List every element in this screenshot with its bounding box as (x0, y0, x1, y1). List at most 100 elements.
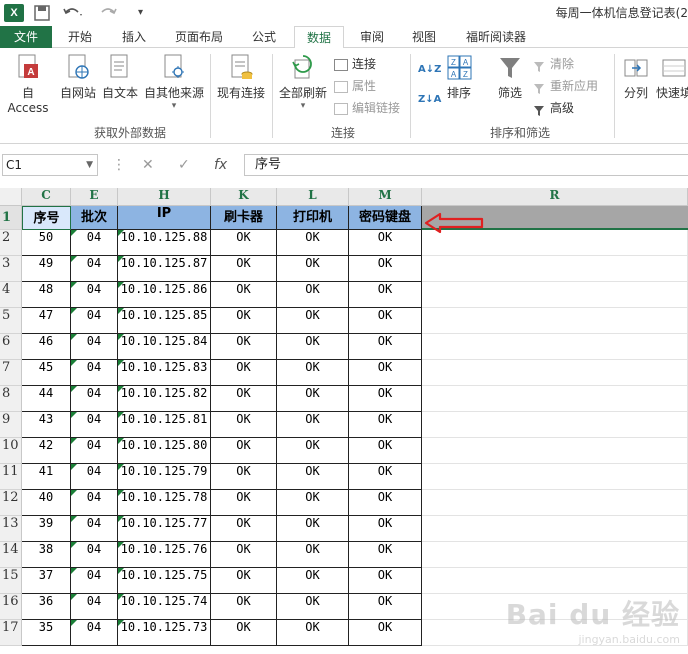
tab-page-layout[interactable]: 页面布局 (164, 26, 234, 48)
table-cell[interactable]: OK (349, 412, 422, 438)
table-cell[interactable]: OK (277, 516, 349, 542)
table-cell[interactable]: OK (277, 620, 349, 646)
error-indicator-icon[interactable] (118, 438, 124, 444)
table-cell[interactable]: OK (349, 308, 422, 334)
table-cell[interactable]: 41 (22, 464, 71, 490)
table-cell[interactable]: 04 (71, 464, 118, 490)
table-cell[interactable]: 42 (22, 438, 71, 464)
table-cell[interactable]: OK (277, 334, 349, 360)
table-cell[interactable]: 10.10.125.74 (118, 594, 211, 620)
name-box[interactable]: C1 ▼ (2, 154, 98, 176)
error-indicator-icon[interactable] (118, 334, 124, 340)
table-cell[interactable]: OK (349, 230, 422, 256)
table-cell[interactable]: 10.10.125.73 (118, 620, 211, 646)
error-indicator-icon[interactable] (71, 438, 77, 444)
refresh-all-button[interactable]: 全部刷新 ▾ (276, 54, 330, 111)
table-cell[interactable]: OK (211, 516, 277, 542)
table-cell[interactable]: 04 (71, 542, 118, 568)
table-cell[interactable]: OK (211, 230, 277, 256)
error-indicator-icon[interactable] (118, 542, 124, 548)
empty-cell[interactable] (422, 438, 688, 464)
table-cell[interactable]: OK (349, 282, 422, 308)
table-cell[interactable]: OK (349, 386, 422, 412)
header-cell-0[interactable]: 序号 (22, 206, 71, 230)
table-cell[interactable]: OK (349, 568, 422, 594)
row-header[interactable]: 1 (0, 206, 22, 230)
table-cell[interactable]: OK (211, 620, 277, 646)
table-cell[interactable]: 49 (22, 256, 71, 282)
table-cell[interactable]: 04 (71, 256, 118, 282)
customize-qat-icon[interactable]: ▾ (138, 3, 143, 23)
table-cell[interactable]: OK (277, 360, 349, 386)
table-cell[interactable]: 10.10.125.79 (118, 464, 211, 490)
table-cell[interactable]: 04 (71, 308, 118, 334)
tab-review[interactable]: 审阅 (350, 26, 394, 48)
table-cell[interactable]: 38 (22, 542, 71, 568)
table-cell[interactable]: 10.10.125.84 (118, 334, 211, 360)
error-indicator-icon[interactable] (118, 594, 124, 600)
advanced-filter-button[interactable]: 高级 (534, 98, 574, 118)
spreadsheet-grid[interactable]: C E H K L M R 1 序号 批次 IP 刷卡器 打印机 密码键盘 2 50 04 10.10.125.8… (0, 188, 688, 654)
table-cell[interactable]: 48 (22, 282, 71, 308)
table-cell[interactable]: 43 (22, 412, 71, 438)
error-indicator-icon[interactable] (118, 256, 124, 262)
table-cell[interactable]: OK (211, 594, 277, 620)
row-header[interactable]: 12 (0, 490, 22, 516)
row-header[interactable]: 11 (0, 464, 22, 490)
error-indicator-icon[interactable] (71, 282, 77, 288)
from-other-sources-button[interactable]: 自其他来源 ▾ (142, 54, 206, 111)
table-cell[interactable]: OK (277, 282, 349, 308)
row-header[interactable]: 10 (0, 438, 22, 464)
empty-cell[interactable] (422, 334, 688, 360)
from-access-button[interactable]: A 自 Access (0, 54, 56, 115)
table-cell[interactable]: OK (211, 334, 277, 360)
row-header[interactable]: 17 (0, 620, 22, 646)
error-indicator-icon[interactable] (71, 386, 77, 392)
table-cell[interactable]: 40 (22, 490, 71, 516)
filter-button[interactable]: 筛选 (490, 54, 530, 101)
table-cell[interactable]: 10.10.125.80 (118, 438, 211, 464)
empty-cell[interactable] (422, 542, 688, 568)
table-cell[interactable]: 10.10.125.82 (118, 386, 211, 412)
save-icon[interactable] (34, 3, 50, 23)
table-cell[interactable]: OK (349, 542, 422, 568)
table-cell[interactable]: OK (277, 412, 349, 438)
error-indicator-icon[interactable] (71, 412, 77, 418)
row-header[interactable]: 5 (0, 308, 22, 334)
sort-button[interactable]: ZAAZ 排序 (442, 54, 476, 101)
table-cell[interactable]: 50 (22, 230, 71, 256)
row-header[interactable]: 3 (0, 256, 22, 282)
table-cell[interactable]: 35 (22, 620, 71, 646)
table-cell[interactable]: 46 (22, 334, 71, 360)
row-header[interactable]: 4 (0, 282, 22, 308)
table-cell[interactable]: 10.10.125.86 (118, 282, 211, 308)
select-all-corner[interactable] (0, 188, 22, 206)
table-cell[interactable]: 04 (71, 412, 118, 438)
column-header-l[interactable]: L (277, 188, 349, 206)
tab-view[interactable]: 视图 (402, 26, 446, 48)
row-header[interactable]: 14 (0, 542, 22, 568)
error-indicator-icon[interactable] (71, 516, 77, 522)
error-indicator-icon[interactable] (71, 256, 77, 262)
formula-input[interactable]: 序号 (244, 154, 688, 176)
empty-cell[interactable] (422, 282, 688, 308)
table-cell[interactable]: 04 (71, 594, 118, 620)
table-cell[interactable]: 10.10.125.85 (118, 308, 211, 334)
table-cell[interactable]: 04 (71, 490, 118, 516)
table-cell[interactable]: 10.10.125.87 (118, 256, 211, 282)
table-cell[interactable]: OK (211, 464, 277, 490)
header-cell-4[interactable]: 打印机 (277, 206, 349, 230)
table-cell[interactable]: OK (211, 386, 277, 412)
table-cell[interactable]: OK (277, 230, 349, 256)
table-cell[interactable]: OK (349, 594, 422, 620)
table-cell[interactable]: 36 (22, 594, 71, 620)
error-indicator-icon[interactable] (118, 308, 124, 314)
error-indicator-icon[interactable] (118, 230, 124, 236)
table-cell[interactable]: 04 (71, 386, 118, 412)
tab-formulas[interactable]: 公式 (242, 26, 286, 48)
table-cell[interactable]: 10.10.125.81 (118, 412, 211, 438)
row-header[interactable]: 15 (0, 568, 22, 594)
table-cell[interactable]: 04 (71, 282, 118, 308)
error-indicator-icon[interactable] (71, 490, 77, 496)
tab-insert[interactable]: 插入 (112, 26, 156, 48)
